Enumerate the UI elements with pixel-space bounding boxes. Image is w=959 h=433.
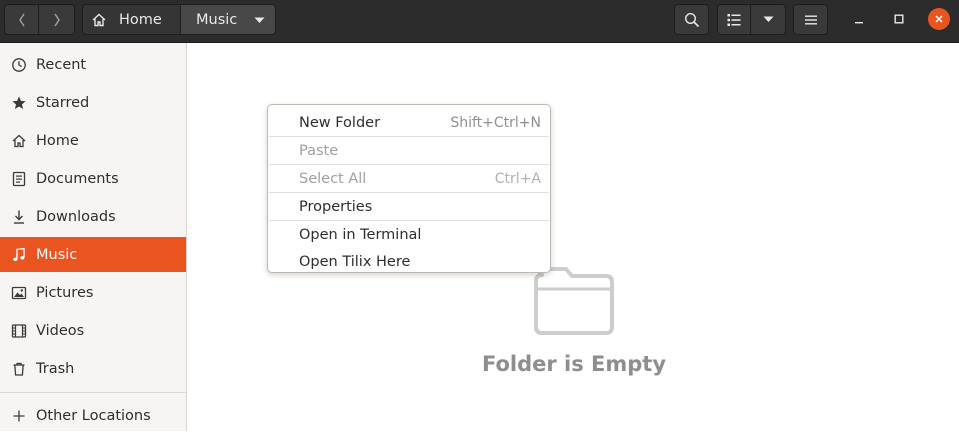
sidebar-item-pictures[interactable]: Pictures [0, 275, 186, 310]
main-menu-button[interactable] [793, 4, 828, 35]
breadcrumb-home-label: Home [119, 11, 162, 28]
menu-item-label: Open Tilix Here [299, 253, 411, 270]
minimize-icon [855, 22, 863, 24]
menu-item-open-in-terminal[interactable]: Open in Terminal [268, 221, 550, 248]
menu-item-shortcut: Shift+Ctrl+N [450, 114, 541, 131]
sidebar-item-label: Pictures [36, 284, 94, 301]
sidebar-item-label: Documents [36, 170, 119, 187]
menu-item-label: New Folder [299, 114, 381, 131]
sidebar-item-label: Home [36, 132, 79, 149]
breadcrumb-music-label: Music [196, 11, 238, 28]
chevron-left-icon [18, 13, 25, 26]
caret-down-icon [763, 16, 773, 22]
menu-item-label: Select All [299, 170, 367, 187]
context-menu: New Folder Shift+Ctrl+N Paste Select All… [267, 104, 551, 273]
search-button[interactable] [674, 4, 709, 35]
menu-item-label: Open in Terminal [299, 226, 422, 243]
list-view-icon [727, 13, 741, 26]
sidebar: Recent Starred Home Documents Downloads … [0, 43, 187, 431]
plus-icon [11, 408, 27, 424]
home-icon [92, 13, 106, 26]
sidebar-item-label: Trash [36, 360, 75, 377]
document-icon [11, 171, 27, 187]
music-icon [11, 247, 27, 263]
video-icon [11, 323, 27, 339]
home-icon [11, 133, 27, 149]
back-button[interactable] [4, 4, 39, 35]
sidebar-item-downloads[interactable]: Downloads [0, 199, 186, 234]
menu-item-open-tilix-here[interactable]: Open Tilix Here [268, 248, 550, 275]
sidebar-item-other-locations[interactable]: Other Locations [0, 398, 186, 433]
sidebar-item-music[interactable]: Music [0, 237, 186, 272]
sidebar-item-label: Starred [36, 94, 90, 111]
menu-item-shortcut: Ctrl+A [494, 170, 541, 187]
sidebar-item-recent[interactable]: Recent [0, 47, 186, 82]
list-view-button[interactable] [717, 4, 751, 35]
sidebar-item-label: Videos [36, 322, 85, 339]
menu-item-new-folder[interactable]: New Folder Shift+Ctrl+N [268, 109, 550, 136]
chevron-right-icon [53, 13, 60, 26]
empty-folder-message: Folder is Empty [481, 352, 667, 376]
view-options-button[interactable] [750, 4, 786, 35]
breadcrumb-home[interactable]: Home [82, 4, 181, 35]
menu-item-label: Paste [299, 142, 339, 159]
menu-item-properties[interactable]: Properties [268, 193, 550, 220]
menu-item-label: Properties [299, 198, 373, 215]
menu-item-paste: Paste [268, 137, 550, 164]
search-icon [684, 12, 699, 27]
folder-icon [534, 267, 614, 335]
header-bar: Home Music [0, 0, 959, 43]
menu-item-select-all: Select All Ctrl+A [268, 165, 550, 192]
picture-icon [11, 285, 27, 301]
maximize-icon [894, 14, 904, 24]
caret-down-icon [254, 17, 265, 23]
sidebar-item-label: Recent [36, 56, 87, 73]
forward-button[interactable] [39, 4, 75, 35]
star-icon [11, 95, 27, 111]
breadcrumb-music[interactable]: Music [180, 4, 276, 35]
sidebar-item-label: Music [36, 246, 78, 263]
sidebar-item-starred[interactable]: Starred [0, 85, 186, 120]
close-button[interactable] [928, 8, 950, 30]
clock-icon [11, 57, 27, 73]
download-icon [11, 209, 27, 225]
trash-icon [11, 361, 27, 377]
sidebar-item-documents[interactable]: Documents [0, 161, 186, 196]
sidebar-item-videos[interactable]: Videos [0, 313, 186, 348]
minimize-button[interactable] [848, 8, 870, 30]
sidebar-item-home[interactable]: Home [0, 123, 186, 158]
sidebar-item-label: Downloads [36, 208, 116, 225]
sidebar-item-label: Other Locations [36, 407, 151, 424]
sidebar-item-trash[interactable]: Trash [0, 351, 186, 386]
sidebar-separator [0, 392, 186, 393]
maximize-button[interactable] [888, 8, 910, 30]
hamburger-menu-icon [804, 15, 817, 24]
close-icon [935, 15, 943, 23]
